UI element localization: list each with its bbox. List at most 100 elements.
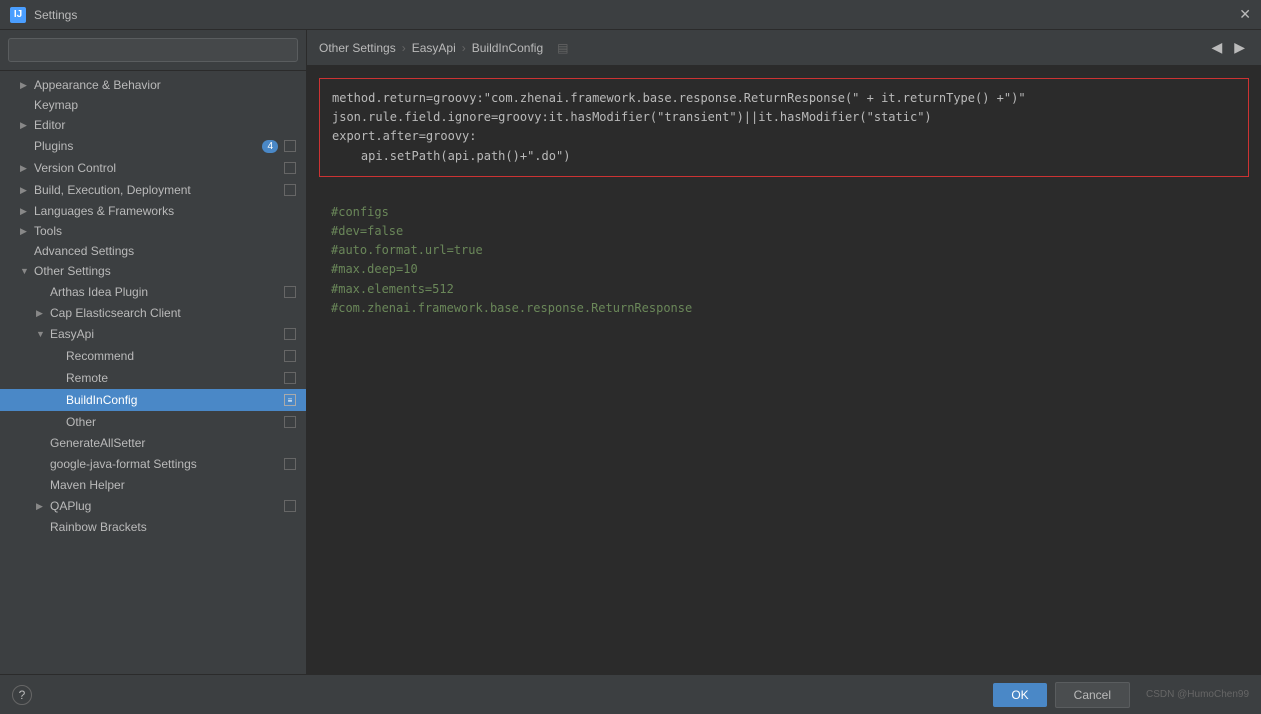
breadcrumb-sep-1: › [402, 41, 406, 55]
sidebar-item-label: EasyApi [50, 327, 278, 341]
bottom-bar: ? OK Cancel CSDN @HumoChen99 [0, 674, 1261, 714]
back-button[interactable]: ◀ [1207, 37, 1226, 58]
ext-icon [284, 372, 296, 384]
forward-button[interactable]: ▶ [1230, 37, 1249, 58]
cancel-button[interactable]: Cancel [1055, 682, 1130, 708]
main-content: ▶ Appearance & Behavior Keymap ▶ Editor … [0, 30, 1261, 674]
window-title: Settings [34, 8, 77, 22]
sidebar-item-recommend[interactable]: Recommend [0, 345, 306, 367]
sidebar-item-buildinconfig[interactable]: BuildInConfig ≡ [0, 389, 306, 411]
arrow-icon: ▶ [36, 501, 50, 512]
ext-icon-container [282, 160, 298, 176]
help-button[interactable]: ? [12, 685, 32, 705]
sidebar-tree: ▶ Appearance & Behavior Keymap ▶ Editor … [0, 71, 306, 674]
header-nav: ◀ ▶ [1207, 37, 1249, 58]
watermark-text: CSDN @HumoChen99 [1146, 689, 1249, 700]
sidebar-item-label: Rainbow Brackets [50, 520, 298, 534]
ext-icon [284, 328, 296, 340]
sidebar-item-maven-helper[interactable]: Maven Helper [0, 475, 306, 495]
sidebar-item-rainbow-brackets[interactable]: Rainbow Brackets [0, 517, 306, 537]
sidebar-item-label: Arthas Idea Plugin [50, 285, 278, 299]
arrow-icon: ▶ [20, 226, 34, 237]
ext-icon [284, 184, 296, 196]
app-logo: IJ [10, 7, 26, 23]
ext-icon-container [282, 348, 298, 364]
sidebar-item-tools[interactable]: ▶ Tools [0, 221, 306, 241]
sidebar-item-generateallsetter[interactable]: GenerateAllSetter [0, 433, 306, 453]
right-panel: Other Settings › EasyApi › BuildInConfig… [307, 30, 1261, 674]
search-input[interactable] [8, 38, 298, 62]
sidebar-item-label: GenerateAllSetter [50, 436, 298, 450]
ext-icon-container [282, 182, 298, 198]
ext-icon-container [282, 414, 298, 430]
close-button[interactable]: ✕ [1239, 6, 1251, 23]
ext-icon [284, 458, 296, 470]
sidebar-item-appearance[interactable]: ▶ Appearance & Behavior [0, 75, 306, 95]
sidebar-item-label: Keymap [34, 98, 298, 112]
sidebar-item-editor[interactable]: ▶ Editor [0, 115, 306, 135]
ext-icon-container: ≡ [282, 392, 298, 408]
sidebar-item-plugins[interactable]: Plugins 4 [0, 135, 306, 157]
error-code-box: method.return=groovy:"com.zhenai.framewo… [319, 78, 1249, 177]
sidebar-item-label: Editor [34, 118, 298, 132]
sidebar-item-google-java-format[interactable]: google-java-format Settings [0, 453, 306, 475]
sidebar-item-arthas[interactable]: Arthas Idea Plugin [0, 281, 306, 303]
sidebar-item-other[interactable]: Other [0, 411, 306, 433]
search-box [0, 30, 306, 71]
sidebar-item-label: Version Control [34, 161, 278, 175]
sidebar-item-build-execution[interactable]: ▶ Build, Execution, Deployment [0, 179, 306, 201]
sidebar-item-label: Tools [34, 224, 298, 238]
ext-icon [284, 162, 296, 174]
ext-icon [284, 140, 296, 152]
ext-icon-container [282, 326, 298, 342]
sidebar-item-keymap[interactable]: Keymap [0, 95, 306, 115]
ext-icon-container [282, 284, 298, 300]
ext-icon-container [282, 370, 298, 386]
breadcrumb-sep-2: › [462, 41, 466, 55]
arrow-icon: ▶ [20, 185, 34, 196]
ok-button[interactable]: OK [993, 683, 1046, 707]
normal-code-text: #configs #dev=false #auto.format.url=tru… [331, 203, 1237, 318]
sidebar-item-other-settings[interactable]: ▼ Other Settings [0, 261, 306, 281]
sidebar-item-label: Other Settings [34, 264, 298, 278]
ext-icon [284, 350, 296, 362]
sidebar-item-version-control[interactable]: ▶ Version Control [0, 157, 306, 179]
panel-header: Other Settings › EasyApi › BuildInConfig… [307, 30, 1261, 66]
sidebar-item-qaplug[interactable]: ▶ QAPlug [0, 495, 306, 517]
sidebar-item-label: BuildInConfig [66, 393, 278, 407]
bottom-right: OK Cancel CSDN @HumoChen99 [993, 682, 1249, 708]
sidebar-item-languages[interactable]: ▶ Languages & Frameworks [0, 201, 306, 221]
sidebar-item-label: Remote [66, 371, 278, 385]
ext-icon-container [282, 456, 298, 472]
panel-content: method.return=groovy:"com.zhenai.framewo… [307, 66, 1261, 674]
breadcrumb-other-settings: Other Settings [319, 41, 396, 55]
sidebar-item-advanced-settings[interactable]: Advanced Settings [0, 241, 306, 261]
file-icon[interactable]: ▤ [557, 41, 568, 55]
arrow-icon: ▼ [36, 329, 50, 339]
arrow-icon: ▶ [36, 308, 50, 319]
arrow-icon: ▶ [20, 120, 34, 131]
sidebar-item-label: google-java-format Settings [50, 457, 278, 471]
ext-icon: ≡ [284, 394, 296, 406]
normal-code-box: #configs #dev=false #auto.format.url=tru… [319, 193, 1249, 328]
sidebar-item-cap-elasticsearch[interactable]: ▶ Cap Elasticsearch Client [0, 303, 306, 323]
plugins-badge: 4 [262, 140, 278, 153]
sidebar-item-label: Languages & Frameworks [34, 204, 298, 218]
arrow-icon: ▶ [20, 163, 34, 174]
sidebar-item-label: Maven Helper [50, 478, 298, 492]
arrow-icon: ▼ [20, 266, 34, 276]
breadcrumb-buildinconfig: BuildInConfig [472, 41, 543, 55]
title-bar: IJ Settings ✕ [0, 0, 1261, 30]
ext-icon-container [282, 498, 298, 514]
sidebar-item-label: Other [66, 415, 278, 429]
sidebar-item-label: Appearance & Behavior [34, 78, 298, 92]
sidebar-item-label: QAPlug [50, 499, 278, 513]
settings-window: IJ Settings ✕ ▶ Appearance & Behavior Ke… [0, 0, 1261, 714]
sidebar-item-remote[interactable]: Remote [0, 367, 306, 389]
ext-icon-container [282, 138, 298, 154]
arrow-icon: ▶ [20, 80, 34, 91]
sidebar-item-label: Advanced Settings [34, 244, 298, 258]
sidebar-item-easyapi[interactable]: ▼ EasyApi [0, 323, 306, 345]
ext-icon [284, 286, 296, 298]
title-bar-left: IJ Settings [10, 7, 77, 23]
